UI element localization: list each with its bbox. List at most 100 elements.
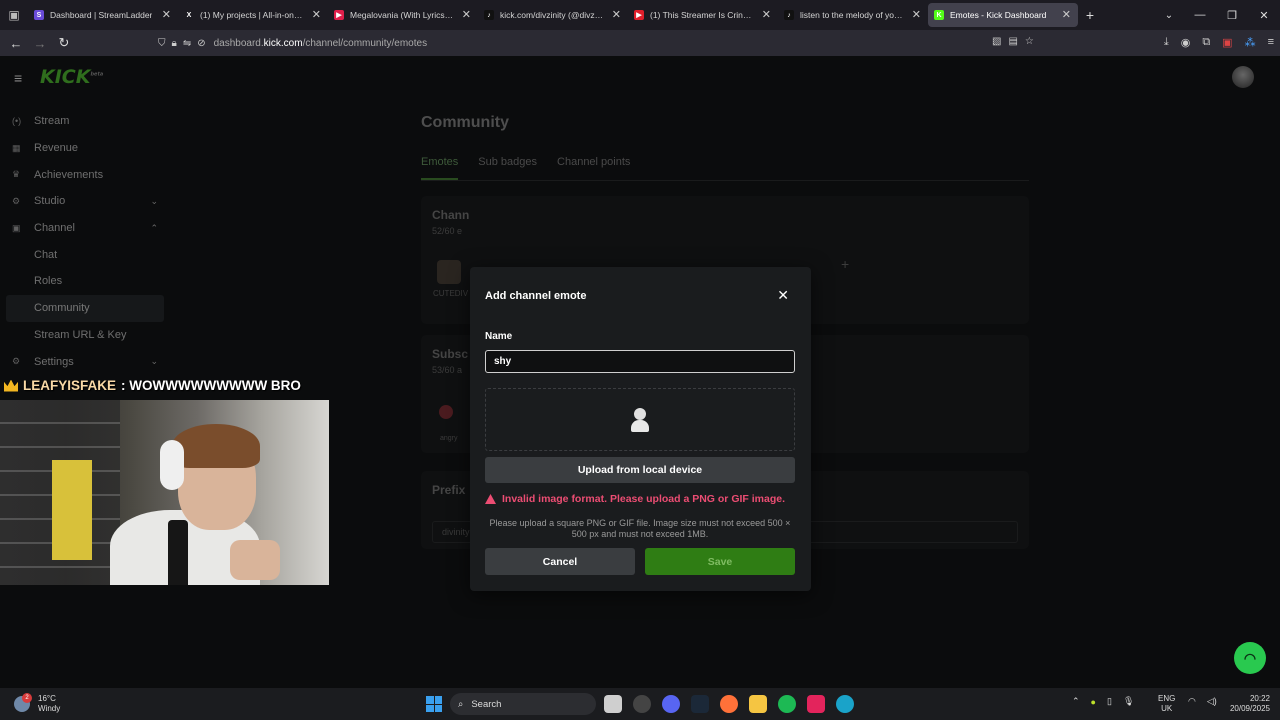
sidebar-item-channel[interactable]: ▣ Channel ⌃ — [6, 215, 164, 242]
shield-icon[interactable]: ⛉ — [158, 38, 166, 49]
browser-tab[interactable]: ▶ (1) This Streamer Is Cringe... - Y ✕ — [628, 3, 778, 27]
chevron-icon[interactable]: ⌄ — [150, 196, 158, 207]
volume-icon[interactable]: ◁) — [1207, 696, 1217, 707]
browser-tab[interactable]: ♪ listen to the melody of your de ✕ — [778, 3, 928, 27]
browser-tab[interactable]: ♪ kick.com/divzinity (@divzinityo ✕ — [478, 3, 628, 27]
tab-close-icon[interactable]: ✕ — [1062, 8, 1071, 21]
extensions-icon[interactable]: ⧉ — [1202, 36, 1210, 49]
file-explorer-icon[interactable] — [749, 695, 767, 713]
chevron-icon[interactable]: ⌄ — [150, 356, 158, 367]
reload-icon[interactable]: ↻ — [52, 35, 76, 51]
minimize-icon[interactable]: — — [1184, 9, 1216, 21]
emote-thumbnail[interactable] — [439, 405, 453, 419]
tab-close-icon[interactable]: ✕ — [912, 8, 921, 21]
temperature: 16°C — [38, 694, 56, 703]
emote-name-input[interactable] — [485, 350, 795, 373]
sidebar-item-label: Community — [34, 302, 90, 315]
browser-tab[interactable]: S Dashboard | StreamLadder ✕ — [28, 3, 178, 27]
tab-close-icon[interactable]: ✕ — [762, 8, 771, 21]
sidebar-item-roles[interactable]: Roles — [6, 268, 164, 295]
emote-thumbnail[interactable] — [437, 260, 461, 284]
user-avatar[interactable] — [1232, 66, 1254, 88]
mic-icon[interactable]: 🎙︎ — [1123, 696, 1134, 707]
hamburger-icon[interactable]: ≡ — [14, 70, 22, 86]
sidebar-item-label: Studio — [34, 195, 66, 208]
tab-sub-badges[interactable]: Sub badges — [478, 156, 537, 180]
bookmark-star-icon[interactable]: ☆ — [1025, 36, 1034, 47]
kick-logo[interactable]: KICKbeta — [40, 66, 103, 88]
task-view-icon[interactable] — [604, 695, 622, 713]
close-window-icon[interactable]: ✕ — [1248, 9, 1280, 22]
tab-emotes[interactable]: Emotes — [421, 156, 459, 180]
sidebar-item-label: Roles — [34, 275, 63, 288]
account-icon[interactable]: ◉ — [1181, 36, 1191, 49]
tab-channel-points[interactable]: Channel points — [557, 156, 630, 180]
browser-tab[interactable]: ▶ Megalovania (With Lyrics) - The ✕ — [328, 3, 478, 27]
tray-app-icon[interactable]: ● — [1091, 697, 1096, 707]
language-indicator[interactable]: ENG UK — [1158, 694, 1175, 714]
sidebar-item-stream[interactable]: (•) Stream — [6, 108, 164, 135]
webcam-person-hand — [230, 540, 280, 580]
system-tray: ⌃ ● ▯ 🎙︎ — [1072, 696, 1134, 707]
back-icon[interactable]: ← — [4, 36, 28, 51]
upload-button[interactable]: Upload from local device — [485, 457, 795, 483]
steam-app-icon[interactable] — [691, 695, 709, 713]
sidebar-item-stream-url-key[interactable]: Stream URL & Key — [6, 322, 164, 349]
save-button[interactable]: Save — [645, 548, 795, 575]
list-tabs-icon[interactable]: ⌄ — [1154, 10, 1184, 21]
add-emote-icon[interactable]: + — [841, 256, 849, 272]
weather-widget[interactable]: 2 16°C Windy — [14, 693, 60, 714]
picture-icon[interactable]: ▧ — [992, 36, 1001, 47]
permissions-icon[interactable]: ⇋ — [183, 38, 191, 49]
lock-icon[interactable]: 🔒︎ — [172, 38, 177, 49]
tiktok-app-icon[interactable] — [807, 695, 825, 713]
extension-icon[interactable]: ⁂ — [1245, 36, 1256, 49]
sidebar-item-label: Channel — [34, 222, 75, 235]
support-chat-button[interactable]: ◠ — [1234, 642, 1266, 674]
sidebar-item-revenue[interactable]: ▦ Revenue — [6, 135, 164, 162]
start-button[interactable] — [426, 696, 442, 712]
chevron-up-icon[interactable]: ⌃ — [1072, 696, 1080, 707]
browser-tab[interactable]: K Emotes - Kick Dashboard ✕ — [928, 3, 1078, 27]
user-placeholder-icon — [631, 408, 649, 432]
tab-close-icon[interactable]: ✕ — [612, 8, 621, 21]
tab-divider — [421, 180, 1029, 181]
extension-badge-icon[interactable]: ▣ — [1222, 36, 1232, 49]
sidebar-item-settings[interactable]: ⚙ Settings ⌄ — [6, 348, 164, 375]
sidebar-item-studio[interactable]: ⚙ Studio ⌄ — [6, 188, 164, 215]
chat-username: LEAFYISFAKE — [23, 378, 117, 393]
error-message: Invalid image format. Please upload a PN… — [485, 493, 785, 505]
tab-favicon-icon: X — [184, 10, 194, 20]
clock[interactable]: 20:22 20/09/2025 — [1226, 694, 1270, 714]
edge-app-icon[interactable] — [836, 695, 854, 713]
chrome-app-icon[interactable] — [633, 695, 651, 713]
image-dropzone[interactable] — [485, 388, 795, 451]
chevron-icon[interactable]: ⌃ — [150, 223, 158, 234]
sidebar-item-community[interactable]: Community — [6, 294, 164, 322]
tab-close-icon[interactable]: ✕ — [462, 8, 471, 21]
tab-overview-icon[interactable]: ▣ — [0, 0, 28, 30]
discord-app-icon[interactable] — [662, 695, 680, 713]
tab-favicon-icon: ♪ — [784, 10, 794, 20]
maximize-icon[interactable]: ❐ — [1216, 9, 1248, 22]
downloads-icon[interactable]: ⤓ — [1164, 36, 1169, 49]
url-bar[interactable]: ⛉ 🔒︎ ⇋ ⊘ dashboard.kick.com/channel/comm… — [152, 32, 1048, 54]
tab-close-icon[interactable]: ✕ — [162, 8, 171, 21]
forward-icon[interactable]: → — [28, 36, 52, 51]
close-icon[interactable]: ✕ — [777, 287, 789, 304]
new-tab-button[interactable]: + — [1078, 7, 1102, 23]
tab-title: kick.com/divzinity (@divzinityo — [500, 10, 604, 20]
spotify-app-icon[interactable] — [778, 695, 796, 713]
wifi-icon[interactable]: ◠ — [1188, 696, 1196, 707]
battery-icon[interactable]: ▯ — [1107, 696, 1112, 707]
firefox-app-icon[interactable] — [720, 695, 738, 713]
reader-view-icon[interactable]: ▤ — [1008, 36, 1017, 47]
sidebar-item-chat[interactable]: Chat — [6, 241, 164, 268]
cancel-button[interactable]: Cancel — [485, 548, 635, 575]
sidebar-item-achievements[interactable]: ♛ Achievements — [6, 161, 164, 188]
tracking-icon[interactable]: ⊘ — [197, 38, 205, 49]
browser-tab[interactable]: X (1) My projects | All-in-one v ✕ — [178, 3, 328, 27]
taskbar-search[interactable]: ⌕ Search — [450, 693, 596, 715]
menu-icon[interactable]: ≡ — [1268, 36, 1274, 49]
tab-close-icon[interactable]: ✕ — [312, 8, 321, 21]
